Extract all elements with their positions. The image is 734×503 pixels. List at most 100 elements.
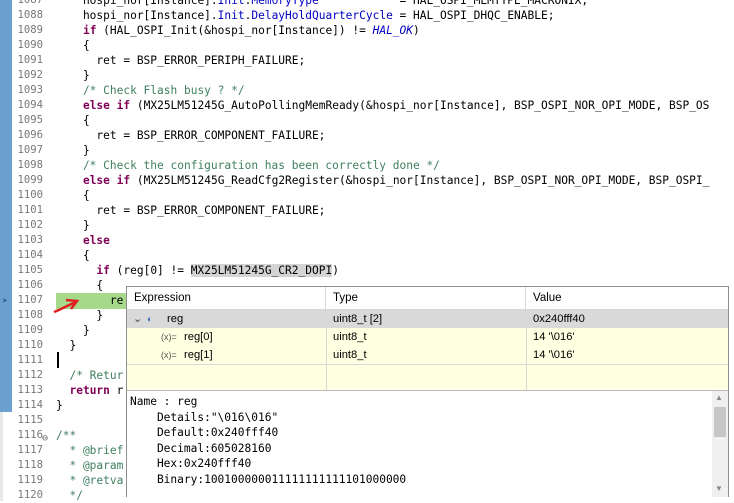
code-line[interactable]: 1094 else if (MX25LM51245G_AutoPollingMe…: [0, 98, 734, 113]
code-text: hospi_nor[Instance].Init.DelayHoldQuarte…: [56, 9, 555, 22]
code-line[interactable]: 1099 else if (MX25LM51245G_ReadCfg2Regis…: [0, 173, 734, 188]
line-number: 1098: [17, 159, 43, 171]
line-number: 1100: [17, 189, 43, 201]
code-line[interactable]: 1093 /* Check Flash busy ? */: [0, 83, 734, 98]
instruction-pointer-icon: ➤: [2, 296, 9, 307]
row-expression: reg[0]: [184, 331, 213, 343]
code-text: {: [56, 39, 90, 52]
code-line[interactable]: 1105 if (reg[0] != MX25LM51245G_CR2_DOPI…: [0, 263, 734, 278]
code-text: if (HAL_OSPI_Init(&hospi_nor[Instance]) …: [82, 24, 420, 37]
row-expression: reg[1]: [184, 349, 213, 361]
line-number: 1103: [17, 234, 43, 246]
scroll-down-icon[interactable]: ▼: [715, 484, 723, 493]
line-number: 1093: [17, 84, 43, 96]
detail-text: Name : reg Details:"\016\016" Default:0x…: [130, 395, 407, 486]
row-divider: [127, 364, 728, 365]
line-number: 1118: [17, 459, 43, 471]
code-text: ret = BSP_ERROR_PERIPH_FAILURE;: [56, 54, 306, 67]
column-divider: [526, 310, 527, 390]
code-line[interactable]: 1102 }: [0, 218, 734, 233]
vertical-scrollbar[interactable]: ▲ ▼: [712, 391, 728, 497]
code-line[interactable]: 1092 }: [0, 68, 734, 83]
column-value[interactable]: Value: [526, 287, 728, 309]
code-text: /* Check Flash busy ? */: [56, 84, 245, 97]
table-row[interactable]: (x)= reg[1] uint8_t 14 '\016': [127, 346, 728, 364]
code-text: {: [56, 249, 90, 262]
code-line[interactable]: 1104 {: [0, 248, 734, 263]
variable-icon: ◐: [147, 314, 153, 324]
code-text: }: [56, 69, 90, 82]
code-line[interactable]: 1089 if (HAL_OSPI_Init(&hospi_nor[Instan…: [0, 23, 734, 38]
table-row[interactable]: (x)= reg[0] uint8_t 14 '\016': [127, 328, 728, 346]
line-number: 1109: [17, 324, 43, 336]
code-text: else: [82, 234, 110, 247]
line-number: 1102: [17, 219, 43, 231]
code-text: }: [56, 219, 90, 232]
line-number: 1107: [17, 294, 43, 306]
detail-pane[interactable]: Name : reg Details:"\016\016" Default:0x…: [127, 390, 728, 497]
code-line[interactable]: 1095 {: [0, 113, 734, 128]
expand-toggle-icon[interactable]: ⌄: [133, 310, 142, 328]
code-text: * @retva: [56, 474, 124, 487]
row-type: uint8_t: [333, 331, 367, 343]
line-number: 1092: [17, 69, 43, 81]
code-line[interactable]: 1090 {: [0, 38, 734, 53]
code-text: }: [56, 339, 77, 352]
code-text: /**: [56, 429, 77, 442]
line-number: 1119: [17, 474, 43, 486]
line-number: 1096: [17, 129, 43, 141]
code-text: * @brief: [56, 444, 124, 457]
code-line[interactable]: 1098 /* Check the configuration has been…: [0, 158, 734, 173]
code-line[interactable]: 1087 hospi_nor[Instance].Init.MemoryType…: [0, 0, 734, 8]
red-arrow-annotation: [53, 298, 80, 314]
code-line[interactable]: 1091 ret = BSP_ERROR_PERIPH_FAILURE;: [0, 53, 734, 68]
row-value: 0x240fff40: [533, 313, 585, 325]
line-number: 1087: [17, 0, 43, 6]
code-line[interactable]: 1096 ret = BSP_ERROR_COMPONENT_FAILURE;: [0, 128, 734, 143]
code-text: else if (MX25LM51245G_ReadCfg2Register(&…: [82, 174, 710, 187]
code-line[interactable]: 1088 hospi_nor[Instance].Init.DelayHoldQ…: [0, 8, 734, 23]
column-expression[interactable]: Expression: [127, 287, 326, 309]
line-number: 1105: [17, 264, 43, 276]
line-number: 1090: [17, 39, 43, 51]
column-divider: [326, 310, 327, 390]
code-text: if (reg[0] != MX25LM51245G_CR2_DOPI): [96, 264, 339, 277]
line-number: 1108: [17, 309, 43, 321]
line-number: 1099: [17, 174, 43, 186]
column-type[interactable]: Type: [326, 287, 526, 309]
code-text: {: [56, 114, 90, 127]
fold-toggle-icon[interactable]: ⊖: [42, 433, 48, 444]
row-type: uint8_t: [333, 349, 367, 361]
line-number: 1091: [17, 54, 43, 66]
code-text: /* Retur: [56, 369, 124, 382]
code-text: }: [56, 144, 90, 157]
line-number: 1110: [17, 339, 43, 351]
code-text: }: [56, 399, 63, 412]
code-line[interactable]: 1101 ret = BSP_ERROR_COMPONENT_FAILURE;: [0, 203, 734, 218]
line-number: 1115: [17, 414, 43, 426]
hover-header: Expression Type Value: [127, 287, 728, 310]
code-text: {: [56, 279, 104, 292]
line-number: 1104: [17, 249, 43, 261]
line-number: 1116: [17, 429, 43, 441]
code-line[interactable]: 1103 else: [0, 233, 734, 248]
code-text: else if (MX25LM51245G_AutoPollingMemRead…: [82, 99, 710, 112]
code-text: }: [56, 324, 90, 337]
code-text: /* Check the configuration has been corr…: [56, 159, 440, 172]
line-number: 1111: [17, 354, 43, 366]
code-line[interactable]: 1100 {: [0, 188, 734, 203]
variable-hover-popup[interactable]: Expression Type Value ⌄ ◐ reg uint8_t [2…: [126, 286, 729, 497]
expression-icon: (x)=: [161, 350, 177, 360]
code-line[interactable]: 1097 }: [0, 143, 734, 158]
table-row[interactable]: ⌄ ◐ reg uint8_t [2] 0x240fff40: [127, 310, 728, 328]
row-value: 14 '\016': [533, 331, 575, 343]
line-number: 1114: [17, 399, 43, 411]
expression-icon: (x)=: [161, 332, 177, 342]
line-number: 1112: [17, 369, 43, 381]
code-text: ret = BSP_ERROR_COMPONENT_FAILURE;: [56, 204, 326, 217]
row-type: uint8_t [2]: [333, 313, 383, 325]
scroll-thumb[interactable]: [714, 407, 726, 437]
line-number: 1088: [17, 9, 43, 21]
scroll-up-icon[interactable]: ▲: [715, 393, 723, 402]
code-text: hospi_nor[Instance].Init.MemoryType = HA…: [56, 0, 589, 7]
